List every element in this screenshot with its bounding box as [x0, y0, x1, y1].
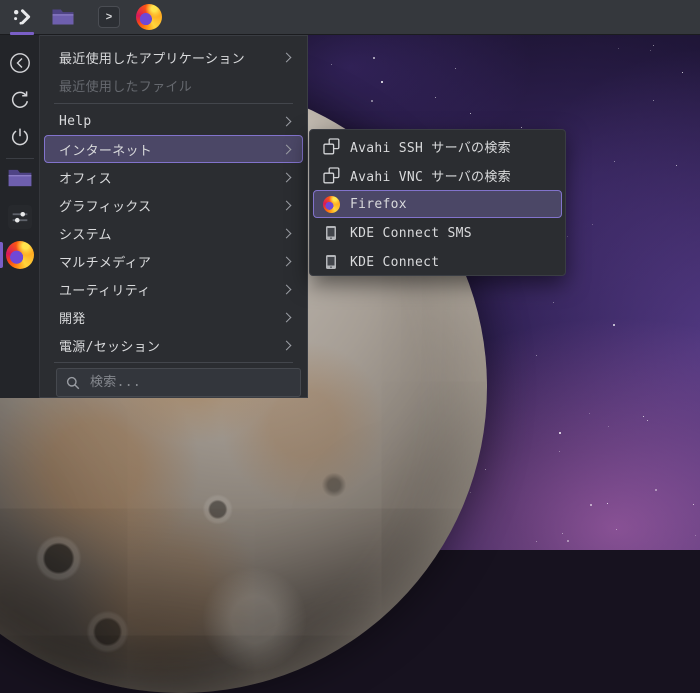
search-input[interactable] — [88, 374, 291, 391]
firefox-icon — [6, 241, 34, 269]
chevron-right-icon — [281, 200, 292, 210]
sliders-icon — [8, 205, 32, 229]
search-box[interactable] — [56, 368, 301, 397]
menu-item-internet[interactable]: インターネット — [44, 135, 303, 163]
submenu-item-label: KDE Connect SMS — [350, 225, 472, 241]
menu-item-power-session[interactable]: 電源/セッション — [44, 331, 303, 359]
menu-item-label: システム — [59, 227, 112, 243]
menu-item-utilities[interactable]: ユーティリティ — [44, 275, 303, 303]
terminal-icon: > — [98, 6, 120, 28]
power-icon — [11, 128, 29, 146]
chevron-right-icon — [281, 340, 292, 350]
terminal-prompt-glyph: > — [105, 11, 113, 23]
menu-item-label: オフィス — [59, 171, 112, 187]
application-menu: 最近使用したアプリケーション 最近使用したファイル Help インターネット オ… — [40, 35, 308, 398]
submenu-item-kde-connect[interactable]: KDE Connect — [313, 248, 562, 276]
menu-item-label: 最近使用したファイル — [59, 79, 193, 95]
back-button[interactable] — [0, 46, 40, 80]
menu-item-recent-applications[interactable]: 最近使用したアプリケーション — [44, 43, 303, 71]
file-manager-button[interactable] — [48, 0, 78, 35]
sidebar-active-indicator — [0, 242, 3, 268]
menu-item-help[interactable]: Help — [44, 107, 303, 135]
submenu-item-label: Firefox — [350, 196, 407, 212]
menu-item-label: 電源/セッション — [59, 339, 161, 355]
chevron-right-icon — [281, 116, 292, 126]
menu-item-label: 開発 — [59, 311, 86, 327]
taskbar: > — [0, 0, 700, 35]
folder-icon — [8, 169, 32, 187]
terminal-button[interactable]: > — [96, 0, 122, 35]
submenu-item-firefox[interactable]: Firefox — [313, 190, 562, 218]
submenu-item-kde-connect-sms[interactable]: KDE Connect SMS — [313, 219, 562, 247]
smartphone-icon — [322, 224, 340, 242]
menu-sidebar — [0, 35, 40, 398]
menu-item-label: ユーティリティ — [59, 283, 151, 299]
remote-desktop-icon — [322, 166, 340, 184]
active-task-indicator — [10, 31, 34, 35]
firefox-icon — [136, 4, 162, 30]
menu-item-multimedia[interactable]: マルチメディア — [44, 247, 303, 275]
app-menu-icon — [14, 9, 31, 25]
submenu-item-avahi-ssh[interactable]: Avahi SSH サーバの検索 — [313, 132, 562, 160]
menu-separator — [54, 103, 293, 104]
remote-desktop-icon — [322, 137, 340, 155]
menu-item-development[interactable]: 開発 — [44, 303, 303, 331]
smartphone-icon — [322, 253, 340, 271]
menu-item-system[interactable]: システム — [44, 219, 303, 247]
menu-item-label: インターネット — [59, 143, 153, 159]
chevron-right-icon — [281, 52, 292, 62]
chevron-right-icon — [281, 228, 292, 238]
chevron-right-icon — [281, 312, 292, 322]
chevron-right-icon — [281, 284, 292, 294]
folder-icon — [52, 9, 74, 25]
submenu-item-label: KDE Connect — [350, 254, 440, 270]
sidebar-file-manager-button[interactable] — [0, 161, 40, 195]
chevron-right-icon — [281, 256, 292, 266]
firefox-icon — [322, 195, 340, 213]
chevron-right-icon — [281, 172, 292, 182]
restart-icon — [11, 91, 29, 108]
menu-item-office[interactable]: オフィス — [44, 163, 303, 191]
submenu-item-label: Avahi SSH サーバの検索 — [350, 140, 511, 156]
submenu-item-avahi-vnc[interactable]: Avahi VNC サーバの検索 — [313, 161, 562, 189]
menu-item-label: Help — [59, 113, 92, 129]
back-icon — [10, 53, 30, 73]
menu-item-graphics[interactable]: グラフィックス — [44, 191, 303, 219]
submenu-item-label: Avahi VNC サーバの検索 — [350, 169, 511, 185]
menu-separator — [54, 362, 293, 363]
shutdown-button[interactable] — [0, 120, 40, 154]
menu-item-label: グラフィックス — [59, 199, 152, 215]
restart-button[interactable] — [0, 83, 40, 117]
internet-submenu: Avahi SSH サーバの検索 Avahi VNC サーバの検索 Firefo… — [309, 129, 566, 276]
menu-item-recent-files: 最近使用したファイル — [44, 71, 303, 99]
app-menu-button[interactable] — [8, 0, 36, 35]
menu-item-label: 最近使用したアプリケーション — [59, 51, 245, 67]
menu-item-label: マルチメディア — [59, 255, 152, 271]
chevron-right-icon — [281, 144, 292, 154]
sidebar-separator — [6, 158, 34, 159]
settings-button[interactable] — [0, 200, 40, 234]
search-icon — [66, 376, 80, 389]
sidebar-firefox-button[interactable] — [0, 238, 40, 272]
firefox-taskbar-button[interactable] — [134, 0, 164, 35]
